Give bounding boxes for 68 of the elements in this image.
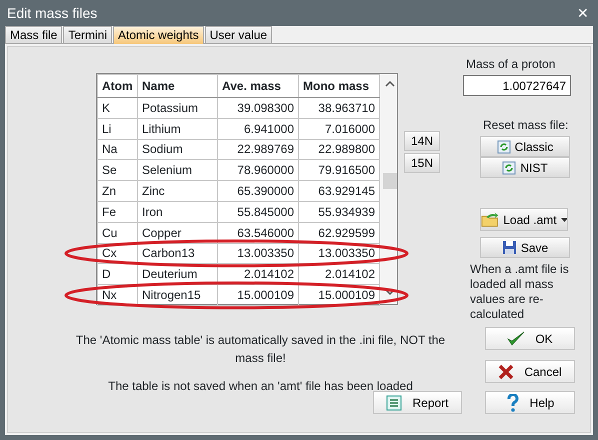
save-button[interactable]: Save (480, 237, 570, 258)
tab[interactable]: User value (204, 26, 272, 43)
table-cell: Lithium (138, 118, 218, 140)
table-cell: Iron (138, 201, 218, 222)
folder-icon (481, 211, 500, 228)
note-text: The 'Atomic mass table' is automatically saved in the .ini file, NOT the mass file! (74, 332, 446, 367)
table-cell: 15.000109 (218, 284, 298, 306)
refresh-icon (496, 140, 511, 154)
table-cell: D (98, 264, 138, 285)
table-cell: 38.963710 (298, 98, 380, 118)
action-button[interactable]: Help (485, 391, 575, 414)
proton-mass-label: Mass of a proton (466, 56, 556, 73)
table-cell: 22.989800 (298, 139, 380, 160)
table-cell: Cu (98, 222, 138, 244)
tab[interactable]: Mass file (5, 26, 62, 43)
caret-icon (560, 218, 567, 222)
table-cell: Cx (98, 243, 138, 264)
table-cell: 78.960000 (218, 160, 298, 181)
table-cell: 79.916500 (298, 160, 380, 181)
table-cell: 6.941000 (218, 118, 298, 140)
scrollbar[interactable] (380, 74, 397, 304)
isotope-button[interactable]: 15N (404, 153, 440, 173)
refresh-icon (502, 160, 516, 174)
column-header[interactable]: Ave. mass (218, 74, 298, 98)
close-button[interactable]: ✕ (573, 2, 593, 24)
table-cell: Li (98, 118, 138, 140)
table-cell: 13.003350 (218, 243, 298, 264)
table-cell: Nx (98, 284, 138, 306)
checkmark-icon (507, 330, 526, 346)
table-cell: Fe (98, 201, 138, 222)
table-cell: Zinc (138, 180, 218, 202)
table-cell: 55.845000 (218, 201, 298, 222)
table-cell: 55.934939 (298, 201, 380, 222)
reset-button[interactable]: Classic (480, 136, 570, 157)
tab[interactable]: Termini (63, 26, 112, 43)
column-header[interactable]: Name (138, 74, 218, 98)
table-cell: 2.014102 (218, 264, 298, 285)
list-icon (386, 394, 402, 410)
cross-icon (498, 364, 514, 380)
help-icon (506, 394, 520, 412)
table-cell: 63.929145 (298, 180, 380, 202)
scroll-up-icon[interactable] (383, 80, 397, 88)
table-cell: 22.989769 (218, 139, 298, 160)
load-button[interactable]: Load .amt (480, 208, 568, 231)
load-note-text: When a .amt file is loaded all mass values are re-calculated (470, 262, 570, 322)
isotope-button[interactable]: 14N (404, 131, 440, 151)
table-cell: 65.390000 (218, 180, 298, 202)
column-header[interactable]: Mono mass (298, 74, 380, 98)
window-title: Edit mass files (7, 4, 98, 22)
table-cell: 63.546000 (218, 222, 298, 244)
table-cell: Potassium (138, 98, 218, 118)
table-cell: Na (98, 139, 138, 160)
reset-label: Reset mass file: (483, 117, 568, 134)
table-cell: K (98, 98, 138, 118)
proton-mass-field[interactable]: 1.00727647 (463, 75, 571, 96)
action-button[interactable]: Report (373, 391, 462, 414)
table-cell: 39.098300 (218, 98, 298, 118)
action-button[interactable]: Cancel (485, 360, 575, 383)
tab[interactable]: Atomic weights (113, 26, 204, 44)
action-button[interactable]: OK (485, 327, 575, 350)
table-cell: Sodium (138, 139, 218, 160)
reset-button[interactable]: NIST (480, 157, 570, 178)
scrollbar-thumb[interactable] (383, 173, 397, 189)
table-cell: 7.016000 (298, 118, 380, 140)
table-cell: Zn (98, 180, 138, 202)
table-cell: Se (98, 160, 138, 181)
table-cell: Selenium (138, 160, 218, 181)
column-header[interactable]: Atom (98, 74, 138, 98)
